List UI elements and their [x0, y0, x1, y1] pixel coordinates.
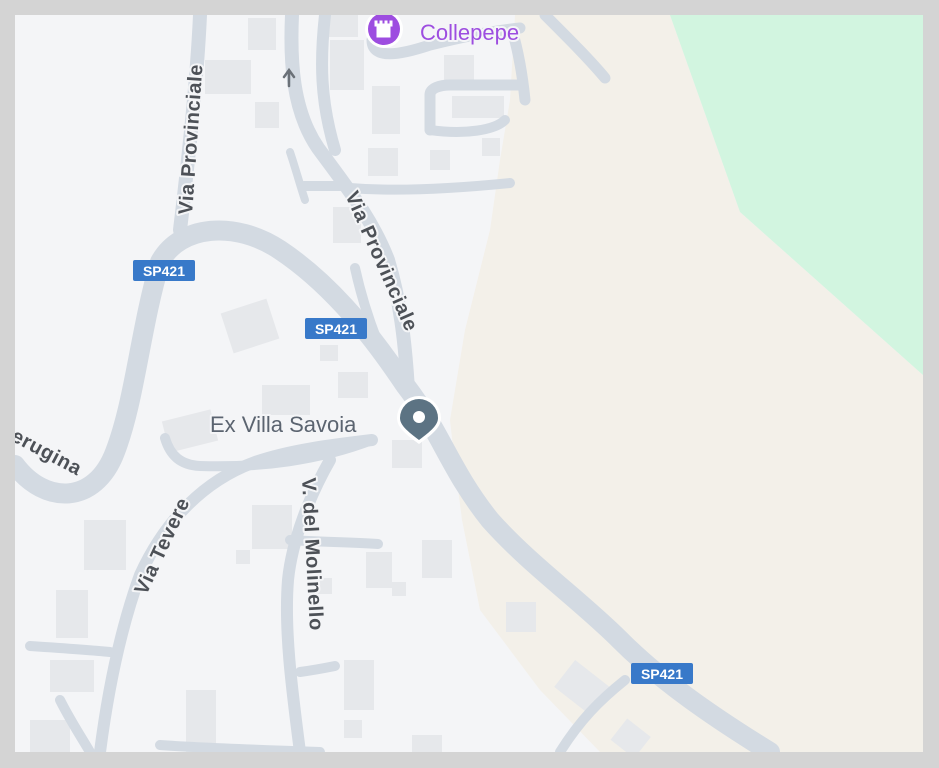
place-collepepe[interactable]: Collepepe — [365, 15, 521, 48]
building — [30, 720, 70, 752]
place-label-ex-villa-savoia: Ex Villa Savoia — [210, 412, 357, 437]
building — [344, 660, 374, 710]
road-shield-sp421[interactable]: SP421 — [305, 318, 367, 339]
building — [392, 582, 406, 596]
shield-label: SP421 — [315, 321, 357, 337]
place-label-collepepe: Collepepe — [420, 20, 519, 45]
building — [392, 440, 422, 468]
road-side — [295, 661, 340, 677]
building — [320, 345, 338, 361]
road-shield-sp421[interactable]: SP421 — [133, 260, 195, 281]
building — [452, 96, 504, 118]
building — [205, 60, 251, 94]
road-shield-sp421[interactable]: SP421 — [631, 663, 693, 684]
road-side — [25, 641, 115, 657]
building — [255, 102, 279, 128]
building — [344, 720, 362, 738]
building — [56, 590, 88, 638]
building — [248, 18, 276, 50]
map-frame[interactable]: Via Provinciale Via Provinciale Via Teve… — [15, 15, 923, 752]
building — [366, 552, 392, 588]
building — [482, 138, 500, 156]
shield-label: SP421 — [143, 263, 185, 279]
building — [368, 148, 398, 176]
building — [412, 735, 442, 752]
building — [506, 602, 536, 632]
building — [84, 520, 126, 570]
building — [330, 40, 364, 90]
building — [50, 660, 94, 692]
map-canvas[interactable]: Via Provinciale Via Provinciale Via Teve… — [15, 15, 923, 752]
building — [444, 55, 474, 83]
building — [236, 550, 250, 564]
building — [338, 372, 368, 398]
building — [422, 540, 452, 578]
building — [372, 86, 400, 134]
building — [430, 150, 450, 170]
building — [262, 385, 310, 415]
shield-label: SP421 — [641, 666, 683, 682]
